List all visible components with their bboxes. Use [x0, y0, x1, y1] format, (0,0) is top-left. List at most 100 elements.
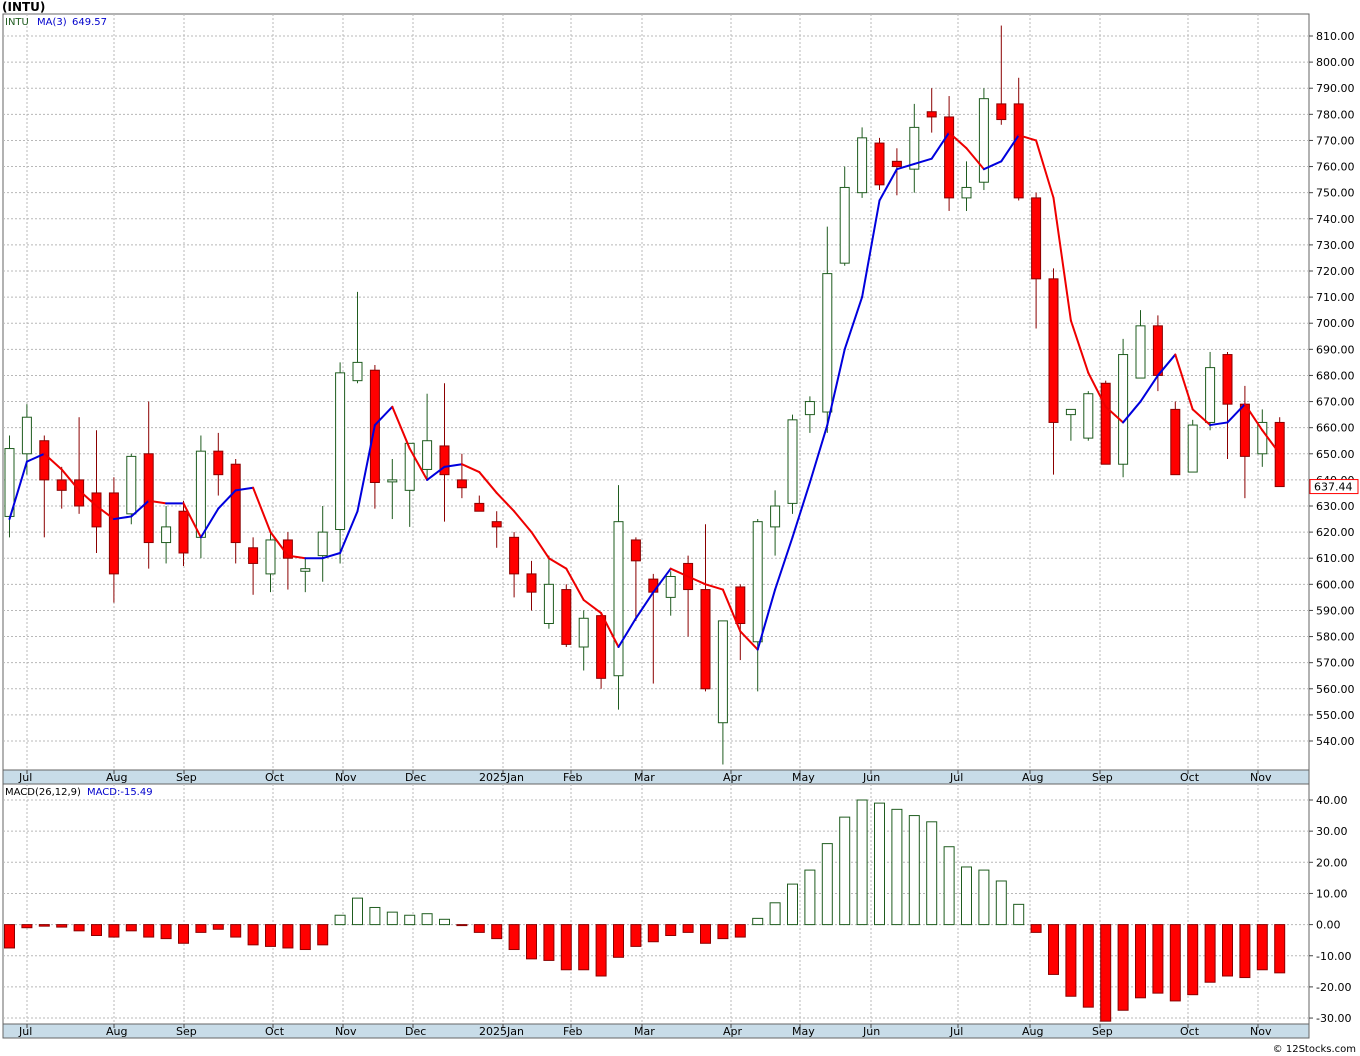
month-label: Feb [563, 771, 582, 784]
macd-bar-positive [856, 799, 868, 926]
month-label: Oct [1180, 771, 1200, 784]
candle-body-down [926, 111, 937, 118]
candle-body-up [1065, 408, 1076, 416]
price-y-tick: 810.00 [1316, 30, 1355, 43]
candle [1274, 417, 1285, 488]
month-label: Jul [18, 1025, 32, 1038]
candle-body-down [248, 547, 259, 564]
month-label: Apr [723, 1025, 743, 1038]
macd-bar-negative [317, 924, 329, 946]
chart-title: (INTU) [2, 0, 45, 14]
macd-bar-negative [491, 924, 503, 940]
macd-bar-negative [1152, 924, 1164, 994]
candle [596, 613, 607, 689]
macd-bar-negative [247, 924, 259, 946]
price-y-tick: 560.00 [1316, 683, 1355, 696]
macd-bar-negative [456, 924, 468, 927]
macd-bar-negative [1274, 924, 1286, 974]
macd-bar-negative [717, 924, 729, 940]
candle-body-down [56, 479, 67, 491]
candle-body-up [1135, 325, 1146, 379]
candle-body-up [21, 416, 32, 455]
candle [1170, 401, 1181, 476]
macd-bar-positive [943, 846, 955, 926]
macd-bar-positive [369, 906, 381, 926]
macd-bar-negative [1117, 924, 1129, 1011]
candle-body-down [1031, 197, 1042, 280]
macd-bar-negative [682, 924, 694, 933]
month-label: Nov [1250, 1025, 1272, 1038]
macd-bar-negative [543, 924, 555, 961]
price-y-tick: 800.00 [1316, 56, 1355, 69]
macd-bar-negative [1204, 924, 1216, 983]
candle-body-down [230, 463, 241, 544]
macd-bar-negative [1065, 924, 1077, 997]
price-y-tick: 660.00 [1316, 422, 1355, 435]
price-y-tick: 780.00 [1316, 108, 1355, 121]
candle-body-up [578, 617, 589, 648]
candle-body-down [39, 440, 50, 481]
month-label: 2025Jan [479, 1025, 524, 1038]
macd-bar-negative [212, 924, 224, 930]
macd-bar-positive [787, 883, 798, 926]
macd-panel [2, 783, 1310, 1025]
price-y-tick: 630.00 [1316, 500, 1355, 513]
month-label: Sep [1092, 1025, 1113, 1038]
macd-bar-negative [4, 924, 15, 949]
candle-body-up [335, 372, 346, 531]
candle-body-down [1013, 103, 1024, 199]
macd-bar-positive [995, 880, 1007, 926]
macd-bar-negative [56, 924, 68, 928]
price-y-tick: 650.00 [1316, 448, 1355, 461]
candle-body-down [891, 160, 902, 168]
month-label: Jul [949, 771, 963, 784]
macd-bar-negative [143, 924, 155, 938]
macd-bar-negative [1169, 924, 1181, 1002]
price-month-band [2, 769, 1310, 785]
candle-body-up [300, 568, 311, 572]
macd-y-tick: 40.00 [1316, 794, 1348, 807]
macd-bar-negative [38, 924, 50, 927]
macd-bar-negative [108, 924, 120, 938]
candle [857, 127, 868, 198]
month-label: Feb [563, 1025, 582, 1038]
price-y-tick: 690.00 [1316, 343, 1355, 356]
month-label: Nov [335, 771, 357, 784]
month-label: Oct [265, 1025, 285, 1038]
macd-bar-positive [891, 808, 903, 926]
macd-bar-positive [804, 869, 816, 926]
macd-bar-positive [352, 897, 363, 926]
candle-body-down [1100, 382, 1111, 465]
macd-bar-negative [178, 924, 189, 944]
month-label: Dec [405, 1025, 426, 1038]
candle-body-up [543, 583, 554, 624]
month-label: Nov [1250, 771, 1272, 784]
candle-body-down [648, 578, 659, 593]
macd-bar-positive [752, 917, 764, 926]
month-label: Aug [1022, 771, 1043, 784]
candle [1187, 419, 1198, 473]
candle [561, 584, 572, 647]
candle-body-up [804, 401, 815, 416]
candle-body-up [1187, 424, 1198, 473]
macd-y-tick: -10.00 [1316, 950, 1351, 963]
candle-body-down [213, 450, 224, 476]
macd-bar-negative [1030, 924, 1042, 933]
month-label: Oct [1180, 1025, 1200, 1038]
macd-bar-negative [734, 924, 746, 938]
candle-body-up [857, 137, 868, 194]
candle [978, 88, 989, 191]
month-label: Sep [1092, 771, 1113, 784]
macd-bar-negative [1256, 924, 1268, 971]
price-panel [2, 13, 1310, 771]
candle-body-up [613, 521, 624, 677]
candle [1083, 391, 1094, 441]
macd-bar-negative [91, 924, 102, 937]
month-label: Jul [949, 1025, 963, 1038]
price-legend-symbol: INTU [5, 17, 29, 28]
candle-body-down [526, 573, 537, 593]
candle-body-up [1205, 367, 1216, 423]
macd-bar-positive [961, 866, 972, 926]
macd-bar-negative [630, 924, 642, 947]
last-price-tag: 637.44 [1309, 479, 1359, 495]
